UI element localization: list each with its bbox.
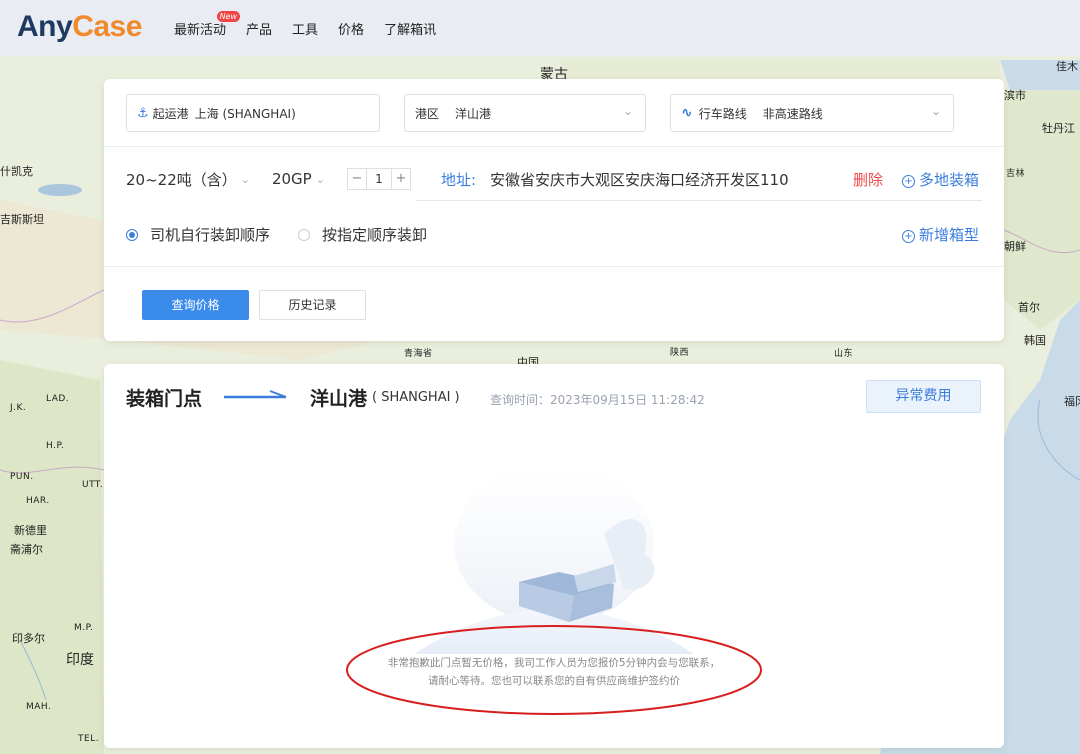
arrow-right-icon [224,390,287,399]
add-container-type-link[interactable]: + 新增箱型 [902,224,979,245]
divider [104,266,1004,267]
increment-button[interactable]: + [392,169,410,189]
address-underline [416,200,982,201]
nav-item-pricing[interactable]: 价格 [338,19,364,38]
address-input[interactable]: 安徽省安庆市大观区安庆海口经济开发区110 [490,169,789,190]
nav-item-about[interactable]: 了解箱讯 [384,19,436,38]
radio-unchecked-icon [298,228,311,241]
query-price-button[interactable]: 查询价格 [142,290,249,320]
port-area-select[interactable]: 港区 洋山港 ⌄ [404,94,646,132]
radio-checked-icon [126,228,138,241]
map-label: 首尔 [1018,301,1040,314]
route-label: 行车路线 [698,106,747,121]
top-nav: AnyCase 最新活动 New 产品 工具 价格 了解箱讯 [0,0,1080,56]
divider [104,146,1004,147]
nav-item-products[interactable]: 产品 [246,19,272,38]
loading-order-row: 司机自行装卸顺序 按指定顺序装卸 [126,224,455,245]
chevron-down-icon: ⌄ [240,172,250,186]
quantity-stepper: − 1 + [346,168,411,190]
decrement-button[interactable]: − [348,169,366,189]
nav-item-tools[interactable]: 工具 [292,19,318,38]
map-label: 福冈 [1064,395,1080,408]
map-label: LAD. [46,394,70,404]
chevron-down-icon: ⌄ [622,104,633,118]
nav-menu: 最新活动 New 产品 工具 价格 了解箱讯 [174,11,436,38]
anchor-icon: ⚓ [137,105,149,121]
port-area-value: 洋山港 [455,106,492,121]
delete-link[interactable]: 删除 [853,169,883,190]
map-label: M.P. [74,623,94,633]
chevron-down-icon: ⌄ [315,172,325,186]
abnormal-fee-button[interactable]: 异常费用 [866,380,981,413]
map-label: 陕西 [670,348,690,358]
history-button[interactable]: 历史记录 [259,290,366,320]
route-select[interactable]: ∿ 行车路线 非高速路线 ⌄ [670,94,954,132]
radio-driver-order[interactable]: 司机自行装卸顺序 [126,224,270,245]
quantity-input[interactable]: 1 [365,169,392,189]
map-label: 山东 [834,349,854,359]
map-label: 印多尔 [12,632,45,645]
map-label: 什凯克 [0,165,33,178]
weight-select[interactable]: 20~22吨（含） ⌄ [126,169,250,190]
address-label: 地址: [440,170,477,189]
search-panel: ⚓ 起运港 上海 (SHANGHAI) 港区 洋山港 ⌄ ∿ 行车路线 非高速路… [104,79,1004,341]
map-label: 青海省 [404,349,433,359]
query-time: 查询时间：2023年09月15日 11:28:42 [490,393,705,407]
result-destination-en: ( SHANGHAI ) [372,390,460,405]
nav-item-activities[interactable]: 最新活动 New [174,11,241,38]
map-label: 斋浦尔 [10,543,43,556]
route-value: 非高速路线 [762,106,823,121]
map-label: UTT. [82,480,104,490]
map-label: 牡丹江 [1042,122,1075,135]
new-badge: New [216,11,241,22]
radio-specified-order[interactable]: 按指定顺序装卸 [298,224,427,245]
map-label: PUN. [10,472,34,482]
origin-port-field[interactable]: ⚓ 起运港 上海 (SHANGHAI) [126,94,380,132]
logo[interactable]: AnyCase [17,10,142,44]
result-destination: 洋山港 [310,388,368,410]
multi-location-link[interactable]: + 多地装箱 [902,169,979,190]
map-label: TEL. [78,734,100,744]
map-label: H.P. [46,441,65,451]
map-label: 印度 [66,652,94,668]
port-area-label: 港区 [415,106,440,121]
chevron-down-icon: ⌄ [930,104,941,118]
result-panel: 装箱门点 洋山港 ( SHANGHAI ) 查询时间：2023年09月15日 1… [104,364,1004,748]
result-origin: 装箱门点 [126,388,203,410]
map-label: 新德里 [14,524,47,537]
plus-circle-icon: + [902,175,915,188]
map-label: 吉斯斯坦 [0,213,44,226]
cargo-row: 20~22吨（含） ⌄ 20GP ⌄ − 1 + 地址: 安徽省安庆市大观区安庆海口… [126,168,789,190]
container-type-select[interactable]: 20GP ⌄ [272,170,325,188]
route-icon: ∿ [681,105,693,121]
map-label: 吉林 [1006,169,1026,179]
map-label: J.K. [10,403,27,413]
map-label: 佳木 [1056,60,1078,73]
plus-circle-icon: + [902,230,915,243]
map-label: 朝鲜 [1004,240,1026,253]
map-label: 韩国 [1024,334,1046,347]
origin-port-label: 起运港 [152,106,189,121]
empty-message: 非常抱歉此门点暂无价格，我司工作人员为您报价5分钟内会与您联系， 请耐心等待。您… [387,657,721,687]
map-label: MAH. [26,702,52,712]
map-label: 滨市 [1004,89,1026,102]
origin-port-value: 上海 (SHANGHAI) [194,106,296,121]
map-label: HAR. [26,496,50,506]
